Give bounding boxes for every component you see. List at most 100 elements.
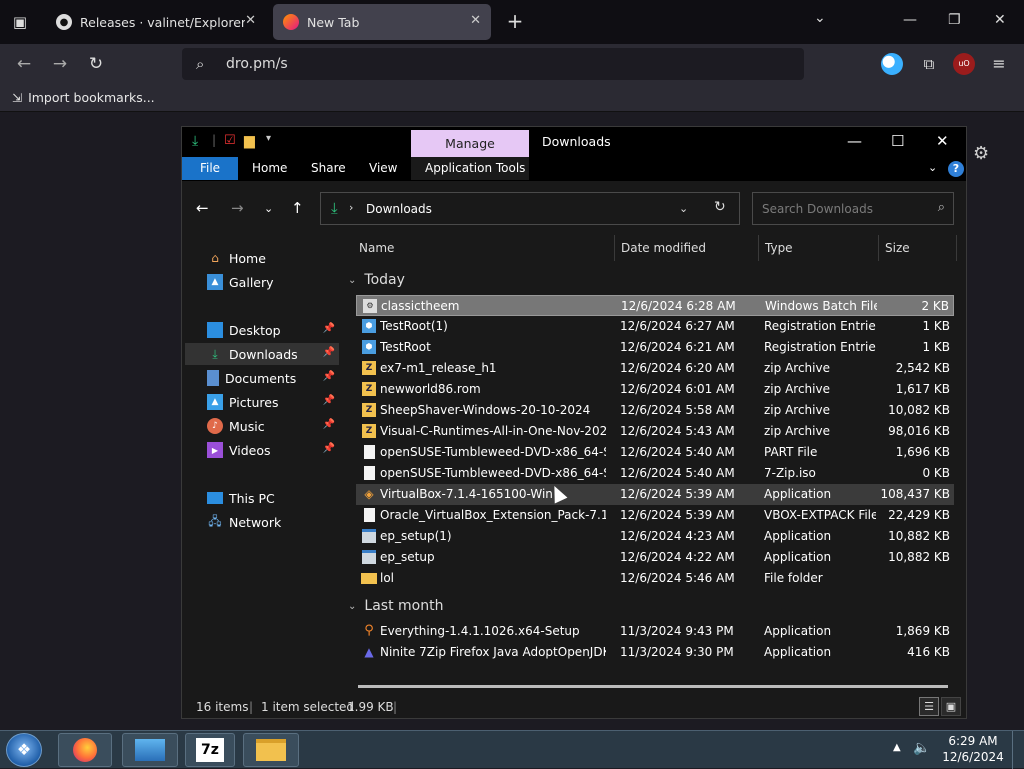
table-row[interactable]: ⚙ classictheem 12/6/2024 6:28 AM Windows… (356, 295, 954, 316)
gear-icon[interactable]: ⚙ (973, 143, 989, 164)
sidebar-item-pictures[interactable]: ▲ Pictures 📌 (185, 391, 339, 413)
tab-releases[interactable]: ● Releases · valinet/ExplorerPatch ✕ (46, 4, 266, 40)
show-desktop-button[interactable] (1012, 731, 1024, 769)
tab-share[interactable]: Share (297, 157, 360, 180)
pin-icon[interactable]: 📌 (323, 419, 335, 430)
tab-view[interactable]: View (355, 157, 411, 180)
pin-icon[interactable]: 📌 (323, 347, 335, 358)
import-bookmarks-link[interactable]: Import bookmarks... (28, 90, 155, 105)
half-moon-icon[interactable] (881, 53, 903, 75)
sidebar-item-gallery[interactable]: ▲ Gallery (185, 271, 339, 293)
sidebar-item-network[interactable]: 🖧 Network (185, 511, 339, 533)
tab-application-tools[interactable]: Application Tools (411, 157, 539, 180)
table-row[interactable]: Z SheepShaver-Windows-20-10-2024 12/6/20… (356, 400, 954, 421)
table-row[interactable]: Z ex7-m1_release_h1 12/6/2024 6:20 AM zi… (356, 358, 954, 379)
customize-toolbar-icon[interactable]: ▾ (266, 133, 271, 144)
column-date-modified[interactable]: Date modified (621, 241, 706, 255)
table-row[interactable]: Z newworld86.rom 12/6/2024 6:01 AM zip A… (356, 379, 954, 400)
group-last-month[interactable]: ⌄ Last month (348, 598, 443, 614)
taskbar-firefox[interactable] (58, 733, 112, 767)
restore-icon[interactable]: ❐ (948, 12, 961, 28)
music-icon: ♪ (207, 418, 223, 434)
horizontal-scrollbar[interactable] (358, 685, 948, 688)
close-tab-icon[interactable]: ✕ (470, 13, 481, 28)
address-bar[interactable]: ⤓ › Downloads ⌄ ↻ (320, 192, 740, 225)
column-size[interactable]: Size (885, 241, 910, 255)
search-input[interactable]: Search Downloads ⌕ (752, 192, 954, 225)
sidebar-item-desktop[interactable]: Desktop 📌 (185, 319, 339, 341)
reload-icon[interactable]: ↻ (84, 52, 108, 76)
pin-icon[interactable]: 📌 (323, 443, 335, 454)
taskbar: ❖ 7z ▲ 🔈 6:29 AM 12/6/2024 (0, 730, 1024, 769)
taskbar-7zip[interactable]: 7z (185, 733, 235, 767)
close-window-icon[interactable]: ✕ (994, 12, 1006, 28)
details-view-icon[interactable]: ☰ (919, 697, 939, 716)
ublock-icon[interactable]: uO (953, 53, 975, 75)
table-row[interactable]: ⬢ TestRoot(1) 12/6/2024 6:27 AM Registra… (356, 316, 954, 337)
close-tab-icon[interactable]: ✕ (245, 13, 256, 28)
back-icon[interactable]: ← (196, 199, 209, 217)
table-row[interactable]: ▲ Ninite 7Zip Firefox Java AdoptOpenJDK … (356, 642, 954, 663)
chevron-down-icon[interactable]: ⌄ (928, 161, 937, 174)
menu-icon[interactable]: ≡ (988, 53, 1010, 75)
sidebar-item-documents[interactable]: Documents 📌 (185, 367, 339, 389)
large-icons-view-icon[interactable]: ▣ (941, 697, 961, 716)
close-icon[interactable]: ✕ (936, 132, 949, 150)
sidebar-item-downloads[interactable]: ⤓ Downloads 📌 (185, 343, 339, 365)
github-icon: ● (56, 14, 72, 30)
new-tab-button[interactable]: + (503, 10, 527, 34)
manage-tab[interactable]: Manage (411, 130, 529, 157)
table-row[interactable]: ep_setup(1) 12/6/2024 4:23 AM Applicatio… (356, 526, 954, 547)
forward-icon[interactable]: → (48, 52, 72, 76)
back-icon[interactable]: ← (12, 52, 36, 76)
pin-icon[interactable]: 📌 (323, 323, 335, 334)
tab-file[interactable]: File (182, 157, 238, 180)
column-name[interactable]: Name (359, 241, 394, 255)
url-text: dro.pm/s (226, 56, 288, 72)
puzzle-icon[interactable]: ⧉ (918, 53, 940, 75)
sidebar-item-videos[interactable]: ▶ Videos 📌 (185, 439, 339, 461)
breadcrumb[interactable]: Downloads (366, 202, 432, 216)
column-type[interactable]: Type (765, 241, 793, 255)
table-row[interactable]: ⚲ Everything-1.4.1.1026.x64-Setup 11/3/2… (356, 621, 954, 642)
group-today[interactable]: ⌄ Today (348, 272, 405, 288)
table-row[interactable]: Z Visual-C-Runtimes-All-in-One-Nov-2024 … (356, 421, 954, 442)
table-row[interactable]: lol 12/6/2024 5:46 AM File folder (356, 568, 954, 589)
new-folder-icon[interactable]: ▆ (244, 133, 255, 149)
help-icon[interactable]: ? (948, 161, 964, 177)
chevron-right-icon[interactable]: › (349, 201, 353, 214)
minimize-icon[interactable]: — (903, 12, 917, 28)
properties-icon[interactable]: ☑ (224, 133, 236, 148)
magnifier-app-icon: ⚲ (364, 623, 374, 638)
volume-muted-icon[interactable]: 🔈 (913, 740, 930, 756)
zip-archive-icon: Z (362, 424, 376, 438)
table-row[interactable]: Oracle_VirtualBox_Extension_Pack-7.1.4.v… (356, 505, 954, 526)
recent-locations-icon[interactable]: ⌄ (264, 202, 273, 215)
clock[interactable]: 6:29 AM 12/6/2024 (942, 733, 1004, 765)
tab-home[interactable]: Home (238, 157, 301, 180)
table-row[interactable]: ◈ VirtualBox-7.1.4-165100-Win 12/6/2024 … (356, 484, 954, 505)
chevron-down-icon[interactable]: ⌄ (814, 10, 826, 26)
taskbar-file-explorer[interactable] (243, 733, 299, 767)
sidebar-item-this-pc[interactable]: This PC (185, 487, 339, 509)
chevron-down-icon[interactable]: ⌄ (679, 202, 688, 215)
sidebar-item-home[interactable]: ⌂ Home (185, 247, 339, 269)
table-row[interactable]: openSUSE-Tumbleweed-DVD-x86_64-Sn... 12/… (356, 463, 954, 484)
minimize-icon[interactable]: — (847, 132, 862, 150)
table-row[interactable]: openSUSE-Tumbleweed-DVD-x86_64-Sn... 12/… (356, 442, 954, 463)
show-hidden-icons-icon[interactable]: ▲ (893, 742, 901, 753)
tab-list-icon[interactable]: ▣ (8, 10, 32, 34)
start-button[interactable]: ❖ (6, 733, 42, 767)
url-bar[interactable]: ⌕ dro.pm/s (182, 48, 804, 80)
maximize-icon[interactable]: ☐ (891, 132, 904, 150)
taskbar-photos[interactable] (122, 733, 178, 767)
up-icon[interactable]: ↑ (291, 199, 304, 217)
pin-icon[interactable]: 📌 (323, 371, 335, 382)
pin-icon[interactable]: 📌 (323, 395, 335, 406)
sidebar-item-music[interactable]: ♪ Music 📌 (185, 415, 339, 437)
forward-icon[interactable]: → (231, 199, 244, 217)
tab-new-tab[interactable]: New Tab ✕ (273, 4, 491, 40)
table-row[interactable]: ⬢ TestRoot 12/6/2024 6:21 AM Registratio… (356, 337, 954, 358)
table-row[interactable]: ep_setup 12/6/2024 4:22 AM Application 1… (356, 547, 954, 568)
refresh-icon[interactable]: ↻ (714, 199, 726, 215)
